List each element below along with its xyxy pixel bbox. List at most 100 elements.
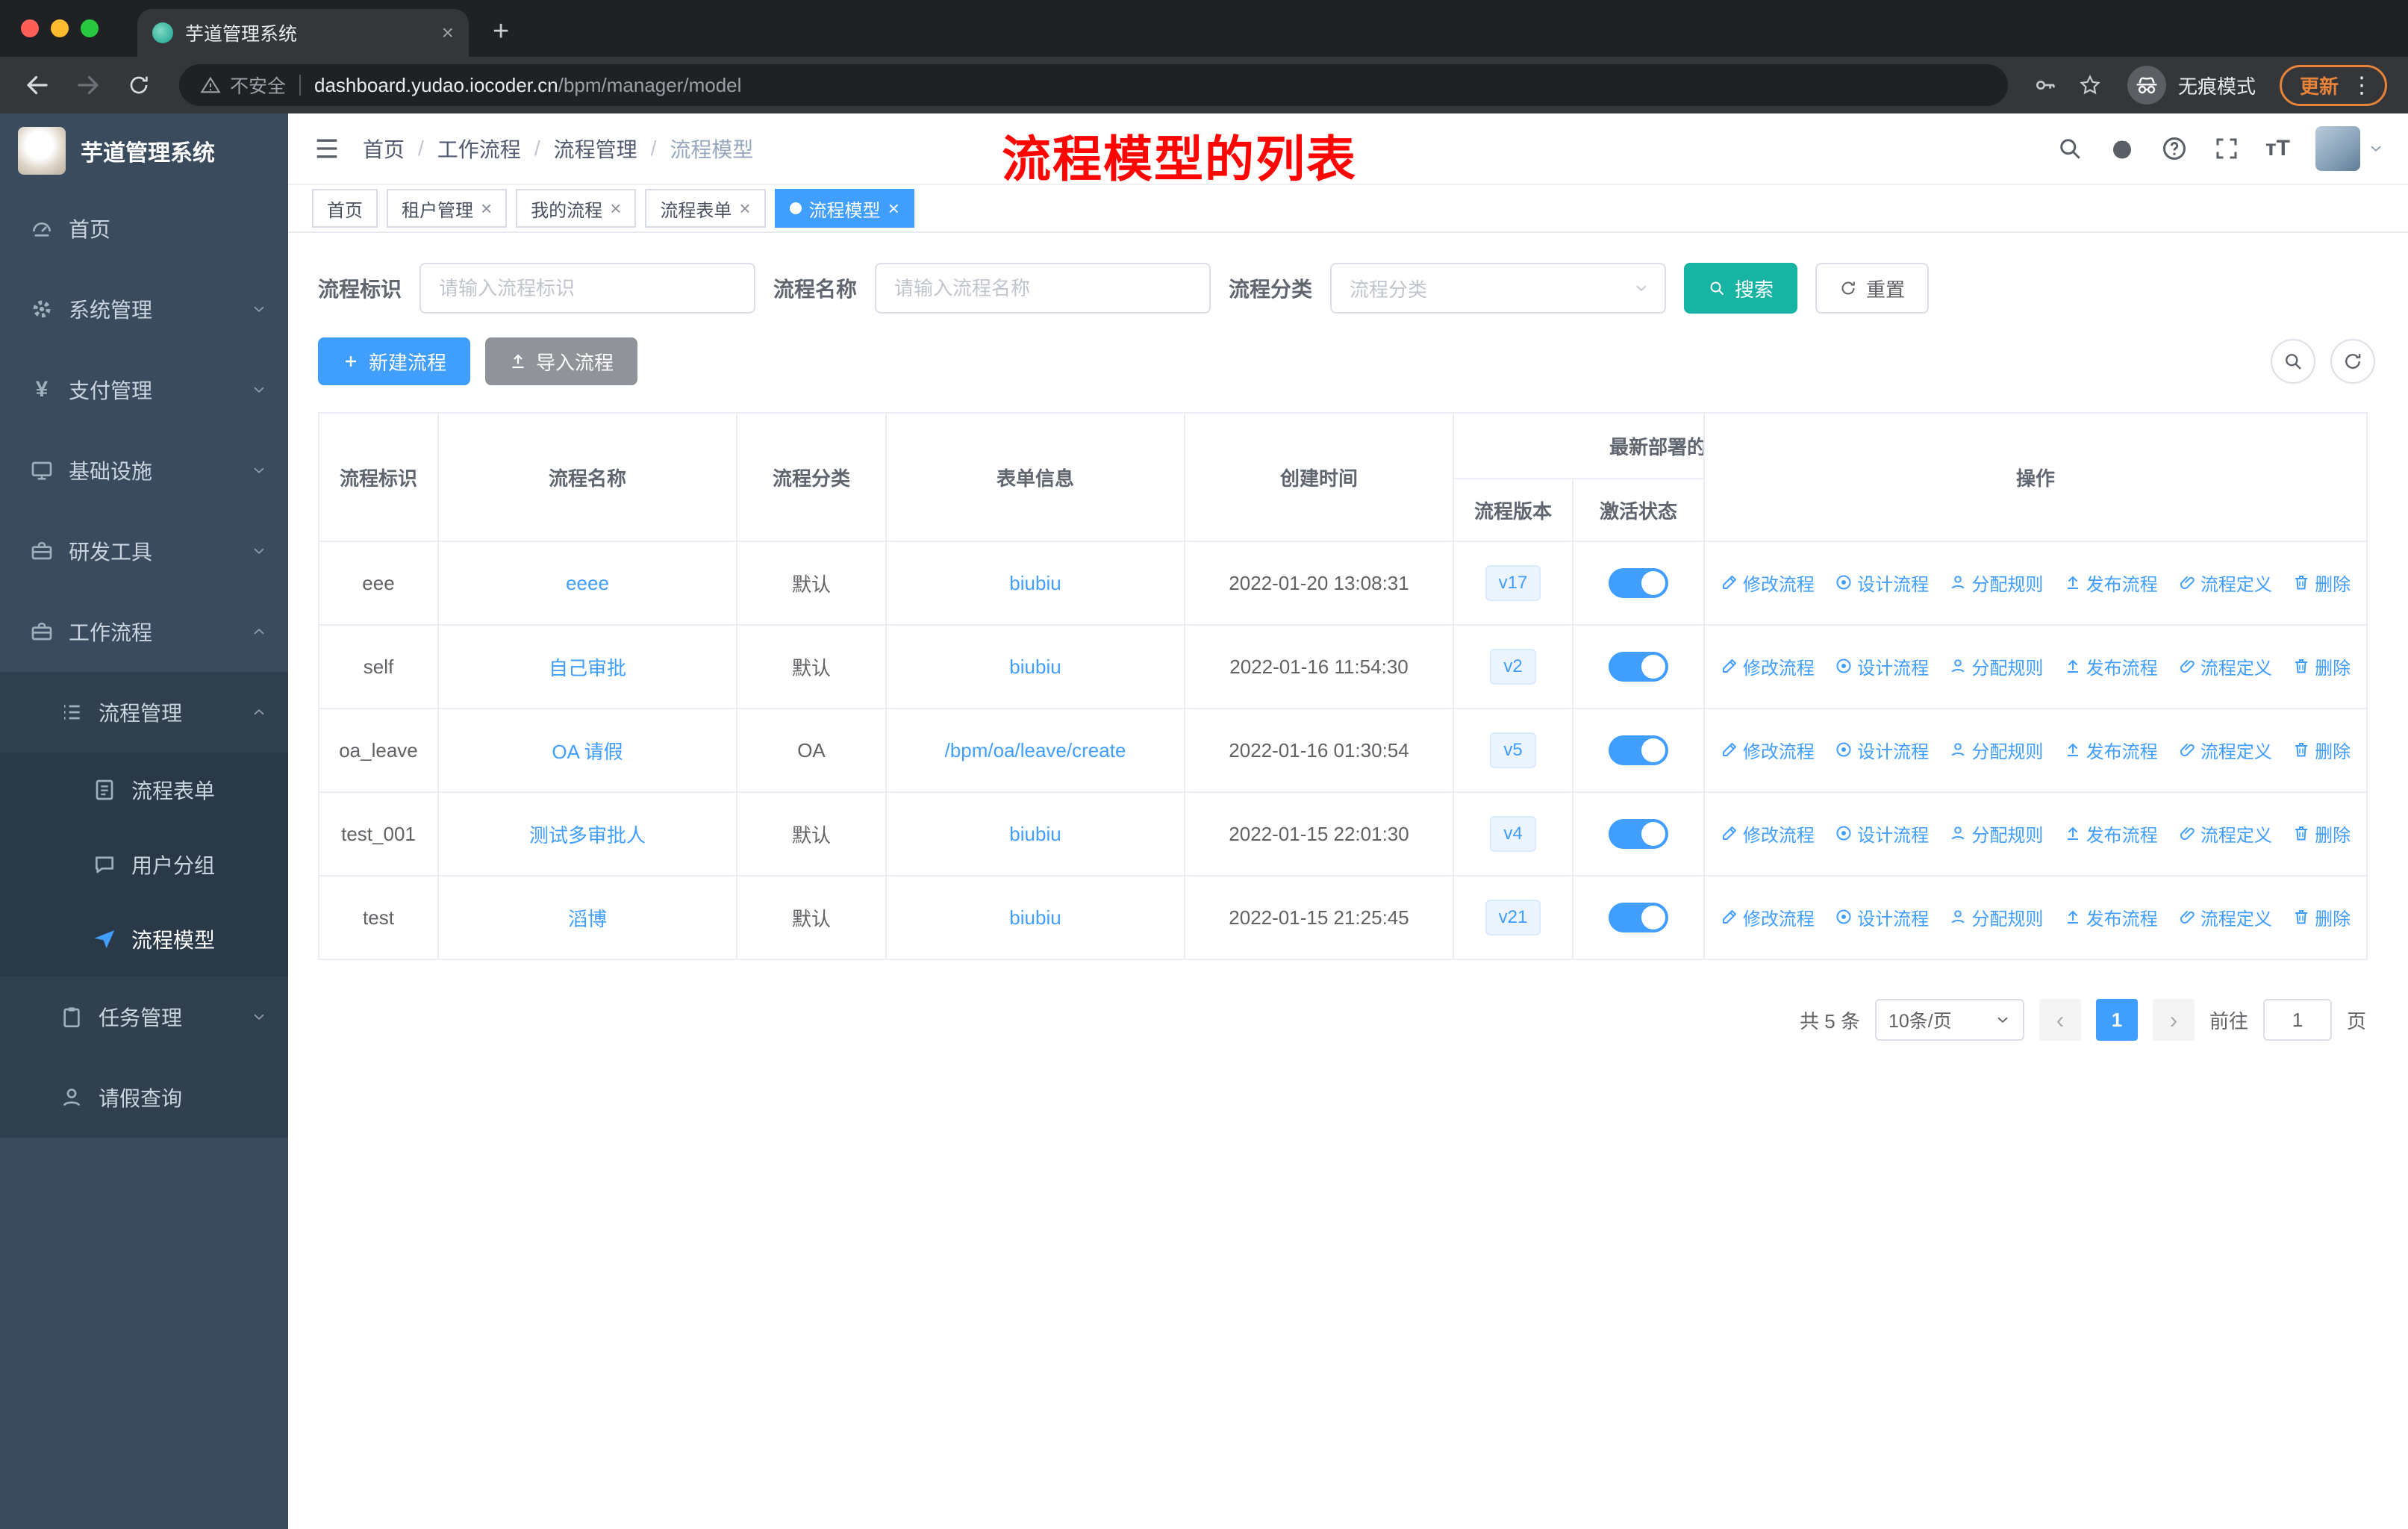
- deploy-process-link[interactable]: 发布流程: [2064, 653, 2158, 679]
- assign-rule-link[interactable]: 分配规则: [1949, 653, 2043, 679]
- edit-process-link[interactable]: 修改流程: [1721, 653, 1815, 679]
- sidebar-item-devtools[interactable]: 研发工具: [0, 511, 288, 591]
- sidebar-toggle-icon[interactable]: [312, 134, 342, 164]
- goto-page-input[interactable]: [2262, 999, 2332, 1041]
- reset-button[interactable]: 重置: [1815, 263, 1930, 314]
- model-name-link[interactable]: 自己审批: [549, 657, 626, 679]
- user-menu[interactable]: [2315, 126, 2384, 171]
- assign-rule-link[interactable]: 分配规则: [1949, 904, 2043, 930]
- sidebar-item-infra[interactable]: 基础设施: [0, 430, 288, 511]
- sidebar-item-payment[interactable]: ¥ 支付管理: [0, 349, 288, 430]
- model-name-link[interactable]: 测试多审批人: [529, 824, 646, 847]
- sidebar-item-task-mgmt[interactable]: 任务管理: [0, 977, 288, 1057]
- form-link[interactable]: biubiu: [1009, 572, 1061, 594]
- edit-process-link[interactable]: 修改流程: [1721, 820, 1815, 847]
- tag-my-process[interactable]: 我的流程 ×: [516, 189, 637, 228]
- deploy-process-link[interactable]: 发布流程: [2064, 570, 2158, 596]
- process-definition-link[interactable]: 流程定义: [2178, 904, 2272, 930]
- breadcrumb-process-mgmt[interactable]: 流程管理: [554, 134, 637, 164]
- form-link[interactable]: biubiu: [1009, 823, 1061, 845]
- delete-process-link[interactable]: 删除: [2292, 653, 2351, 679]
- form-link[interactable]: biubiu: [1009, 906, 1061, 929]
- sidebar-item-leave-query[interactable]: 请假查询: [0, 1057, 288, 1138]
- model-name-link[interactable]: OA 请假: [552, 741, 623, 763]
- refresh-table-button[interactable]: [2330, 339, 2375, 384]
- delete-process-link[interactable]: 删除: [2292, 570, 2351, 596]
- tag-home[interactable]: 首页: [312, 189, 378, 228]
- close-icon[interactable]: ×: [610, 199, 621, 218]
- close-icon[interactable]: ×: [481, 199, 492, 218]
- browser-menu-icon[interactable]: ⋮: [2342, 72, 2373, 99]
- import-process-button[interactable]: 导入流程: [485, 337, 638, 385]
- edit-process-link[interactable]: 修改流程: [1721, 904, 1815, 930]
- reload-button[interactable]: [116, 63, 161, 108]
- sidebar-item-workflow[interactable]: 工作流程: [0, 591, 288, 672]
- design-process-link[interactable]: 设计流程: [1835, 570, 1929, 596]
- window-minimize-button[interactable]: [51, 19, 69, 37]
- form-link[interactable]: biubiu: [1009, 655, 1061, 678]
- design-process-link[interactable]: 设计流程: [1835, 904, 1929, 930]
- deploy-process-link[interactable]: 发布流程: [2064, 737, 2158, 763]
- active-toggle[interactable]: [1609, 568, 1668, 598]
- design-process-link[interactable]: 设计流程: [1835, 820, 1929, 847]
- process-key-input[interactable]: [419, 263, 756, 314]
- page-size-select[interactable]: 10条/页: [1874, 999, 2024, 1041]
- search-button[interactable]: 搜索: [1684, 263, 1798, 314]
- tag-process-form[interactable]: 流程表单 ×: [645, 189, 766, 228]
- toggle-search-button[interactable]: [2271, 339, 2315, 384]
- close-icon[interactable]: ×: [888, 199, 899, 218]
- active-toggle[interactable]: [1609, 903, 1668, 932]
- sidebar-item-process-model[interactable]: 流程模型: [0, 902, 288, 977]
- bookmark-star-button[interactable]: [2071, 66, 2109, 105]
- forward-button[interactable]: [66, 63, 110, 108]
- process-definition-link[interactable]: 流程定义: [2178, 653, 2272, 679]
- model-name-link[interactable]: eeee: [566, 572, 609, 594]
- font-size-icon[interactable]: тT: [2265, 136, 2290, 161]
- design-process-link[interactable]: 设计流程: [1835, 737, 1929, 763]
- active-toggle[interactable]: [1609, 819, 1668, 849]
- sidebar-item-home[interactable]: 首页: [0, 188, 288, 269]
- edit-process-link[interactable]: 修改流程: [1721, 570, 1815, 596]
- sidebar-item-user-group[interactable]: 用户分组: [0, 827, 288, 902]
- edit-process-link[interactable]: 修改流程: [1721, 737, 1815, 763]
- tab-close-icon[interactable]: ×: [442, 22, 454, 43]
- back-button[interactable]: [15, 63, 60, 108]
- form-link[interactable]: /bpm/oa/leave/create: [945, 739, 1126, 762]
- design-process-link[interactable]: 设计流程: [1835, 653, 1929, 679]
- tag-process-model[interactable]: 流程模型 ×: [774, 189, 914, 228]
- search-icon[interactable]: [2056, 135, 2083, 162]
- delete-process-link[interactable]: 删除: [2292, 737, 2351, 763]
- active-toggle[interactable]: [1609, 652, 1668, 682]
- help-icon[interactable]: [2161, 135, 2188, 162]
- process-definition-link[interactable]: 流程定义: [2178, 820, 2272, 847]
- sidebar-item-process-mgmt[interactable]: 流程管理: [0, 672, 288, 753]
- process-name-input[interactable]: [875, 263, 1211, 314]
- close-icon[interactable]: ×: [739, 199, 750, 218]
- sidebar-item-system[interactable]: 系统管理: [0, 269, 288, 349]
- window-zoom-button[interactable]: [81, 19, 99, 37]
- assign-rule-link[interactable]: 分配规则: [1949, 570, 2043, 596]
- deploy-process-link[interactable]: 发布流程: [2064, 820, 2158, 847]
- prev-page-button[interactable]: ‹: [2039, 999, 2081, 1041]
- chrome-update-pill[interactable]: 更新 ⋮: [2279, 64, 2387, 106]
- active-toggle[interactable]: [1609, 735, 1668, 765]
- category-select[interactable]: 流程分类: [1330, 263, 1667, 314]
- process-definition-link[interactable]: 流程定义: [2178, 737, 2272, 763]
- fullscreen-icon[interactable]: [2213, 135, 2240, 162]
- model-name-link[interactable]: 滔博: [568, 908, 607, 930]
- delete-process-link[interactable]: 删除: [2292, 820, 2351, 847]
- address-bar[interactable]: 不安全 dashboard.yudao.iocoder.cn/bpm/manag…: [179, 64, 2008, 106]
- next-page-button[interactable]: ›: [2152, 999, 2195, 1041]
- create-process-button[interactable]: 新建流程: [318, 337, 471, 385]
- password-key-button[interactable]: [2026, 66, 2065, 105]
- current-page-button[interactable]: 1: [2095, 999, 2138, 1041]
- new-tab-button[interactable]: +: [493, 16, 509, 48]
- process-definition-link[interactable]: 流程定义: [2178, 570, 2272, 596]
- breadcrumb-home[interactable]: 首页: [363, 134, 405, 164]
- assign-rule-link[interactable]: 分配规则: [1949, 737, 2043, 763]
- browser-tab[interactable]: 芋道管理系统 ×: [137, 9, 469, 57]
- sidebar-item-process-form[interactable]: 流程表单: [0, 753, 288, 827]
- breadcrumb-workflow[interactable]: 工作流程: [437, 134, 521, 164]
- github-icon[interactable]: [2109, 135, 2136, 162]
- window-close-button[interactable]: [21, 19, 39, 37]
